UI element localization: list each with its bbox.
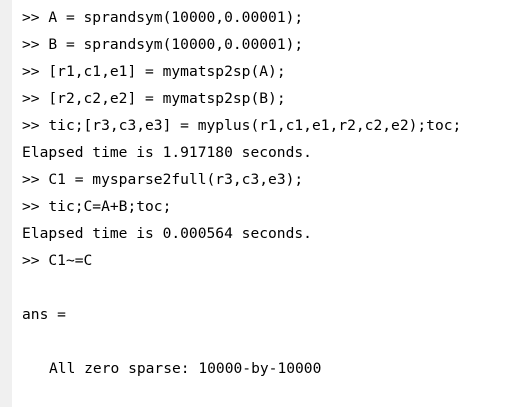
command-text: C1~=C (48, 252, 93, 269)
command-line: >> C1~=C (22, 247, 527, 274)
prompt: >> (22, 171, 40, 188)
command-line: >> [r2,c2,e2] = mymatsp2sp(B); (22, 85, 527, 112)
command-line: >> tic;[r3,c3,e3] = myplus(r1,c1,e1,r2,c… (22, 112, 527, 139)
command-text: B = sprandsym(10000,0.00001); (48, 36, 304, 53)
output-line: ans = (22, 301, 527, 328)
command-text: [r2,c2,e2] = mymatsp2sp(B); (48, 90, 286, 107)
command-line: >> A = sprandsym(10000,0.00001); (22, 4, 527, 31)
command-text: tic;C=A+B;toc; (48, 198, 172, 215)
output-text: ans = (22, 306, 66, 323)
command-line: >> tic;C=A+B;toc; (22, 193, 527, 220)
window-gutter (0, 0, 12, 407)
output-line: All zero sparse: 10000-by-10000 (22, 355, 527, 382)
command-line: >> B = sprandsym(10000,0.00001); (22, 31, 527, 58)
prompt: >> (22, 63, 40, 80)
command-line: >> [r1,c1,e1] = mymatsp2sp(A); (22, 58, 527, 85)
prompt: >> (22, 117, 40, 134)
output-text: All zero sparse: 10000-by-10000 (49, 360, 322, 377)
prompt: >> (22, 198, 40, 215)
prompt: >> (22, 90, 40, 107)
prompt: >> (22, 36, 40, 53)
command-window[interactable]: >> A = sprandsym(10000,0.00001); >> B = s… (0, 0, 532, 407)
output-text: Elapsed time is 0.000564 seconds. (22, 225, 312, 242)
output-text: Elapsed time is 1.917180 seconds. (22, 144, 312, 161)
command-line: >> C1 = mysparse2full(r3,c3,e3); (22, 166, 527, 193)
command-text: tic;[r3,c3,e3] = myplus(r1,c1,e1,r2,c2,e… (48, 117, 462, 134)
output-line: Elapsed time is 1.917180 seconds. (22, 139, 527, 166)
command-text: [r1,c1,e1] = mymatsp2sp(A); (48, 63, 286, 80)
prompt: >> (22, 9, 40, 26)
command-text: C1 = mysparse2full(r3,c3,e3); (48, 171, 304, 188)
console-output[interactable]: >> A = sprandsym(10000,0.00001); >> B = s… (22, 4, 527, 382)
command-text: A = sprandsym(10000,0.00001); (48, 9, 304, 26)
prompt: >> (22, 252, 40, 269)
output-line: Elapsed time is 0.000564 seconds. (22, 220, 527, 247)
